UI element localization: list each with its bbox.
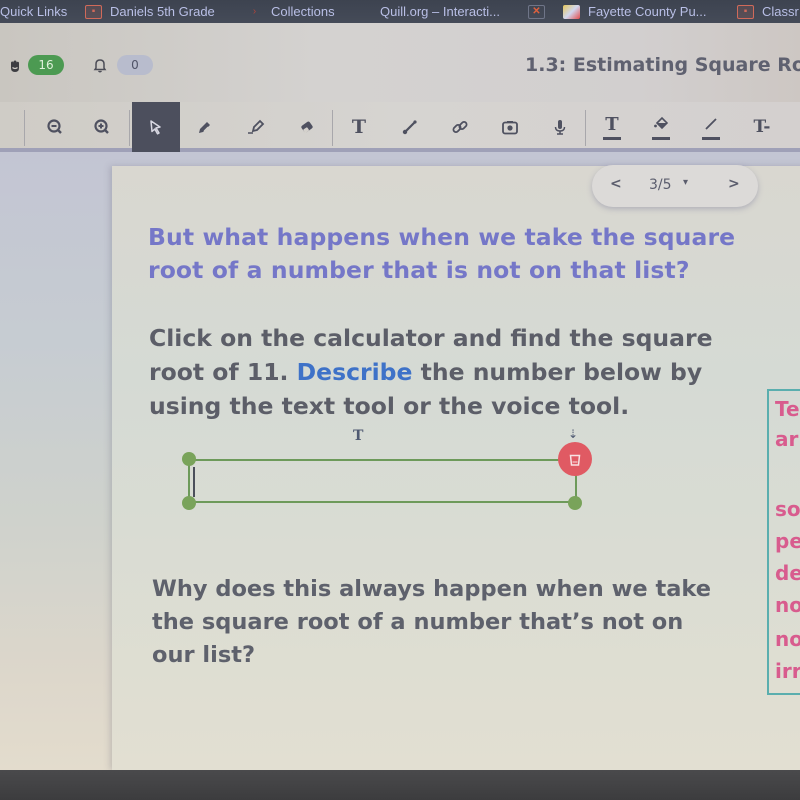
select-tool-button[interactable] — [132, 102, 180, 152]
stroke-button[interactable] — [687, 102, 735, 152]
pen-tool-button[interactable] — [181, 102, 229, 152]
side-note-line: de — [775, 561, 800, 585]
link-tool-button[interactable] — [436, 102, 484, 152]
slide-indicator[interactable]: 3/5 — [649, 177, 672, 193]
move-handle-icon[interactable]: ⇣ — [568, 427, 578, 441]
highlighter-icon — [248, 119, 265, 134]
toolbar-divider — [585, 110, 586, 146]
side-note-line: no — [775, 593, 800, 617]
zoom-out-button[interactable] — [31, 102, 79, 152]
hand-count-badge: 16 — [28, 55, 64, 75]
bookmark-label: Fayette County Pu... — [588, 4, 707, 19]
toolbar-divider — [129, 110, 130, 146]
side-note-line: irr — [775, 659, 800, 683]
line-icon — [402, 120, 417, 135]
text-size-button[interactable]: T- — [738, 102, 786, 152]
text-icon: T — [351, 116, 367, 138]
fill-color-button[interactable] — [637, 102, 685, 152]
text-tool-button[interactable]: T — [335, 102, 383, 152]
color-swatch — [652, 137, 670, 140]
side-note-line: pe — [775, 529, 800, 553]
line-tool-button[interactable] — [386, 102, 434, 152]
color-swatch — [702, 137, 720, 140]
zoom-out-icon — [47, 119, 62, 134]
fill-bucket-icon — [654, 116, 669, 130]
bookmark-quill[interactable]: Quill.org – Interacti... — [380, 3, 500, 20]
toolbar-divider — [24, 110, 25, 146]
resize-handle-top-left[interactable] — [182, 452, 196, 466]
instruction-highlight: Describe — [296, 358, 413, 386]
side-note-line: ar — [775, 427, 799, 451]
bookmark-label: Quick Links — [0, 4, 68, 19]
chevron-icon: › — [252, 6, 257, 17]
raise-hand-icon[interactable] — [8, 59, 22, 73]
bookmark-label: Classr — [762, 4, 799, 19]
question-heading: But what happens when we take the square… — [148, 223, 736, 284]
app-header: 16 0 1.3: Estimating Square Root — [0, 23, 800, 105]
bookmark-quick-links[interactable]: Quick Links — [0, 3, 67, 20]
camera-icon — [502, 121, 518, 135]
bell-icon[interactable] — [92, 57, 108, 73]
bookmark-daniels-5th-grade[interactable]: ▪ Daniels 5th Grade — [85, 3, 215, 20]
highlighter-tool-button[interactable] — [232, 102, 280, 152]
bookmark-label: Collections — [271, 4, 335, 19]
bookmark-classroom[interactable]: ▪ Classr — [737, 3, 799, 20]
lesson-title: 1.3: Estimating Square Root — [525, 54, 800, 76]
notification-count-badge: 0 — [117, 55, 153, 75]
instruction-text: Click on the calculator and find the squ… — [149, 321, 769, 423]
text-color-button[interactable]: T — [588, 102, 636, 152]
link-icon — [452, 121, 468, 133]
color-swatch — [603, 137, 621, 140]
stroke-icon — [705, 118, 717, 130]
bookmark-collections[interactable]: › Collections — [246, 3, 335, 20]
close-x-favicon-icon: ✕ — [528, 4, 545, 19]
bookmark-fayette-county[interactable]: Fayette County Pu... — [563, 3, 707, 20]
caret-down-icon[interactable]: ▾ — [683, 177, 688, 188]
text-annotation-type-icon: T — [353, 428, 364, 444]
pen-icon — [199, 122, 210, 133]
fayette-county-favicon-icon — [563, 4, 580, 19]
eraser-icon — [301, 121, 313, 133]
bookmark-label: Quill.org – Interacti... — [380, 4, 500, 19]
toolbar-divider — [332, 110, 333, 146]
followup-question: Why does this always happen when we take… — [152, 576, 712, 668]
zoom-in-button[interactable] — [78, 102, 126, 152]
screen-bezel — [0, 770, 800, 800]
text-cursor — [193, 467, 195, 497]
camera-tool-button[interactable] — [486, 102, 534, 152]
resize-handle-bottom-right[interactable] — [568, 496, 582, 510]
google-classroom-icon: ▪ — [85, 4, 102, 19]
side-note-line: Te — [775, 397, 800, 421]
microphone-icon — [554, 120, 566, 135]
previous-slide-button[interactable]: < — [610, 176, 622, 192]
text-size-icon: T- — [753, 117, 771, 137]
pointer-icon — [150, 120, 161, 135]
eraser-tool-button[interactable] — [283, 102, 331, 152]
annotation-toolbar: T T T- — [0, 102, 800, 152]
slide-pager: < 3/5 ▾ > — [592, 165, 758, 207]
text-color-icon: T — [605, 113, 619, 135]
trash-icon — [569, 454, 581, 466]
bookmarks-bar: Quick Links ▪ Daniels 5th Grade › Collec… — [0, 0, 800, 23]
bookmark-label: Daniels 5th Grade — [110, 4, 215, 19]
side-note-panel: Te ar so pe de no no irr — [767, 389, 800, 695]
text-annotation-box[interactable] — [188, 459, 577, 503]
side-note-line: no — [775, 627, 800, 651]
zoom-in-icon — [94, 119, 109, 134]
bookmark-x[interactable]: ✕ — [528, 3, 553, 20]
voice-tool-button[interactable] — [536, 102, 584, 152]
delete-annotation-button[interactable] — [558, 442, 592, 476]
resize-handle-bottom-left[interactable] — [182, 496, 196, 510]
side-note-line: so — [775, 497, 800, 521]
next-slide-button[interactable]: > — [728, 176, 740, 192]
google-classroom-icon: ▪ — [737, 4, 754, 19]
